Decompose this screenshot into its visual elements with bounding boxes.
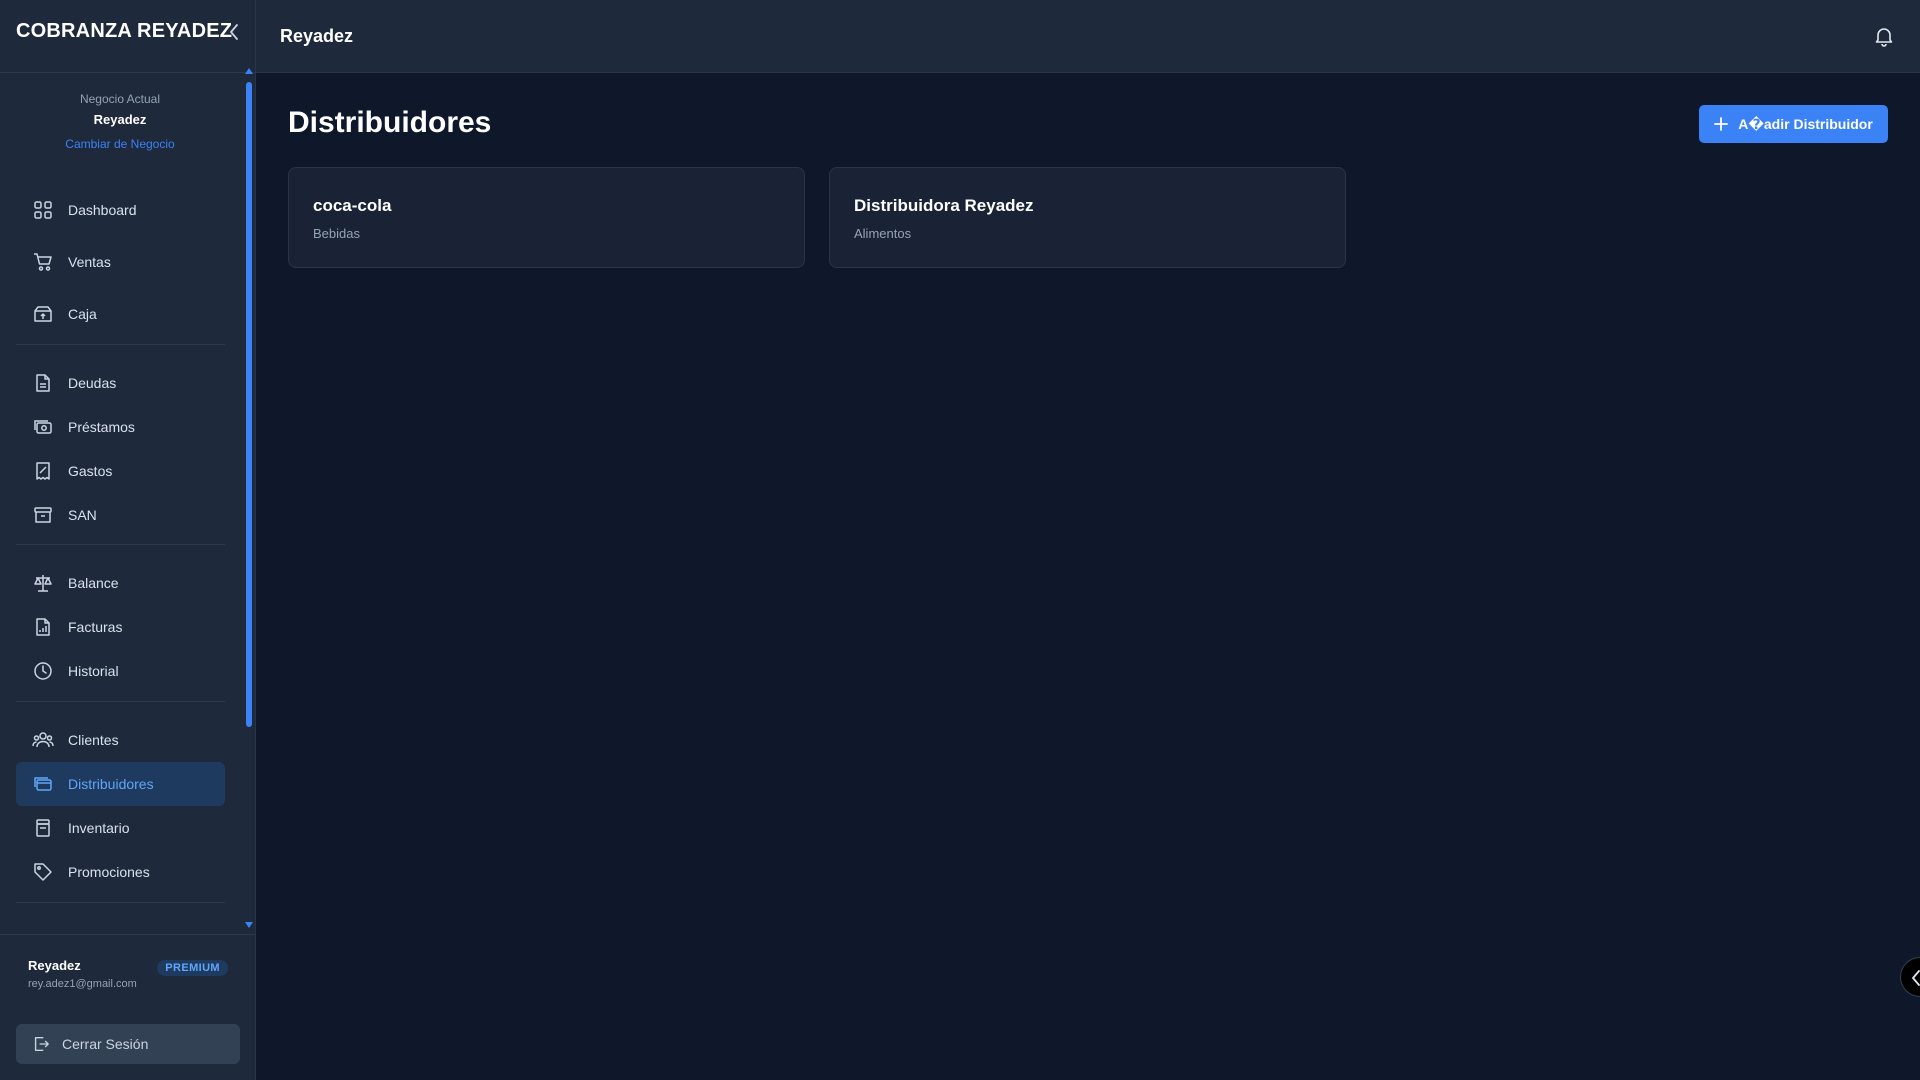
nav-divider	[16, 544, 225, 545]
top-header: Reyadez	[256, 0, 1920, 73]
sidebar-item-label: Facturas	[68, 619, 123, 635]
sidebar-item-gastos[interactable]: Gastos	[16, 449, 225, 493]
scroll-down-arrow-icon[interactable]	[245, 922, 253, 928]
truck-cards-icon	[32, 773, 54, 795]
sidebar-item-promociones[interactable]: Promociones	[16, 850, 225, 894]
add-distributor-button[interactable]: A�adir Distribuidor	[1699, 105, 1888, 143]
page-title: Distribuidores	[288, 106, 492, 139]
chevron-left-icon	[1912, 970, 1920, 986]
sidebar-item-clientes[interactable]: Clientes	[16, 718, 225, 762]
invoice-chart-icon	[32, 616, 54, 638]
users-icon	[32, 729, 54, 751]
sidebar-item-san[interactable]: SAN	[16, 493, 225, 537]
current-business: Negocio Actual Reyadez Cambiar de Negoci…	[16, 92, 224, 153]
plan-badge: PREMIUM	[157, 960, 228, 976]
sidebar-item-label: Dashboard	[68, 202, 137, 218]
archive-icon	[32, 504, 54, 526]
distributor-card[interactable]: Distribuidora Reyadez Alimentos	[829, 167, 1346, 268]
add-distributor-label: A�adir Distribuidor	[1738, 115, 1873, 132]
sidebar-item-label: Caja	[68, 306, 97, 322]
receipt-icon	[32, 460, 54, 482]
sidebar-item-label: Préstamos	[68, 419, 135, 435]
logout-icon	[32, 1035, 50, 1053]
clock-icon	[32, 660, 54, 682]
sidebar-item-distribuidores[interactable]: Distribuidores	[16, 762, 225, 806]
distributor-card[interactable]: coca-cola Bebidas	[288, 167, 805, 268]
current-business-name: Reyadez	[93, 112, 147, 127]
brand-title: COBRANZA REYADEZ	[16, 20, 233, 42]
document-icon	[32, 372, 54, 394]
user-info: Reyadez rey.adez1@gmail.com PREMIUM	[16, 958, 228, 990]
distributor-name: Distribuidora Reyadez	[854, 196, 1034, 215]
sidebar-item-historial[interactable]: Historial	[16, 649, 225, 693]
sidebar-item-label: SAN	[68, 507, 97, 523]
sidebar-item-balance[interactable]: Balance	[16, 561, 225, 605]
distributor-name: coca-cola	[313, 196, 392, 215]
sidebar-item-label: Distribuidores	[68, 776, 154, 792]
logout-label: Cerrar Sesión	[62, 1036, 149, 1052]
sidebar-item-label: Promociones	[68, 864, 150, 880]
sidebar-item-ventas[interactable]: Ventas	[16, 240, 225, 284]
sidebar-item-inventario[interactable]: Inventario	[16, 806, 225, 850]
grid-icon	[32, 199, 54, 221]
sidebar-item-label: Ventas	[68, 254, 111, 270]
nav-divider	[16, 902, 225, 903]
divider	[0, 934, 255, 935]
money-icon	[32, 416, 54, 438]
scroll-thumb[interactable]	[246, 82, 252, 727]
nav-group-reports: Balance Facturas Historial	[16, 561, 225, 693]
nav-group-people: Clientes Distribuidores Inventario Promo…	[16, 718, 225, 894]
sidebar-item-dashboard[interactable]: Dashboard	[16, 188, 225, 232]
sidebar-item-facturas[interactable]: Facturas	[16, 605, 225, 649]
chevron-left-icon	[230, 24, 238, 40]
box-icon	[32, 817, 54, 839]
distributor-category: Alimentos	[854, 226, 912, 241]
logout-button[interactable]: Cerrar Sesión	[16, 1024, 240, 1064]
scroll-up-arrow-icon[interactable]	[245, 68, 253, 74]
current-business-label: Negocio Actual	[79, 92, 161, 106]
nav-group-main: Dashboard Ventas Caja	[16, 188, 225, 336]
cart-icon	[32, 251, 54, 273]
sidebar-item-deudas[interactable]: Deudas	[16, 361, 225, 405]
sidebar: COBRANZA REYADEZ Negocio Actual Reyadez …	[0, 0, 256, 1080]
side-panel-toggle[interactable]	[1900, 957, 1920, 997]
sidebar-item-label: Historial	[68, 663, 119, 679]
tag-icon	[32, 861, 54, 883]
user-email: rey.adez1@gmail.com	[28, 978, 137, 990]
distributor-category: Bebidas	[313, 226, 360, 241]
sidebar-item-label: Clientes	[68, 732, 119, 748]
sidebar-item-label: Balance	[68, 575, 119, 591]
sidebar-item-label: Inventario	[68, 820, 130, 836]
nav-group-finance: Deudas Préstamos Gastos SAN	[16, 361, 225, 537]
sidebar-item-label: Deudas	[68, 375, 117, 391]
collapse-sidebar-button[interactable]	[224, 20, 244, 44]
nav-divider	[16, 701, 225, 702]
change-business-link[interactable]: Cambiar de Negocio	[65, 137, 174, 151]
sidebar-item-caja[interactable]: Caja	[16, 292, 225, 336]
plus-icon	[1714, 117, 1729, 131]
divider	[0, 72, 255, 73]
bell-icon	[1875, 28, 1893, 47]
notifications-button[interactable]	[1872, 24, 1896, 48]
sidebar-item-label: Gastos	[68, 463, 113, 479]
sidebar-item-prestamos[interactable]: Préstamos	[16, 405, 225, 449]
sidebar-scrollbar[interactable]	[245, 68, 253, 928]
header-business-title: Reyadez	[280, 26, 354, 46]
cash-box-icon	[32, 303, 54, 325]
scale-icon	[32, 572, 54, 594]
nav-divider	[16, 344, 225, 345]
